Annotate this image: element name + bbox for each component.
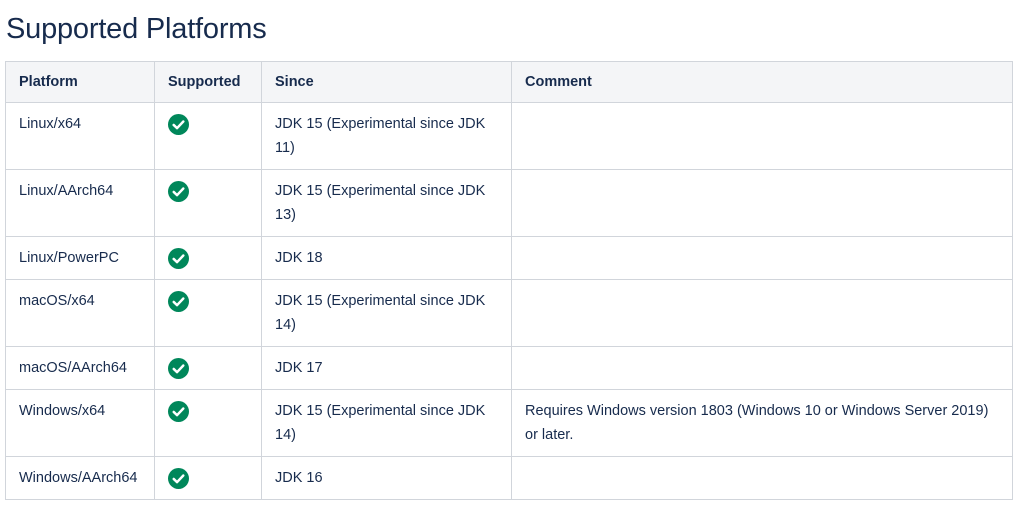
column-header-platform: Platform (5, 61, 155, 103)
since-cell: JDK 15 (Experimental since JDK 14) (261, 389, 512, 457)
supported-cell (154, 102, 262, 170)
supported-cell (154, 279, 262, 347)
since-cell: JDK 15 (Experimental since JDK 13) (261, 169, 512, 237)
platform-cell: Windows/AArch64 (5, 456, 155, 500)
check-circle-icon (168, 114, 189, 135)
supported-cell (154, 169, 262, 237)
check-circle-icon (168, 401, 189, 422)
comment-cell (511, 346, 1013, 390)
supported-cell (154, 389, 262, 457)
comment-cell (511, 456, 1013, 500)
check-circle-icon (168, 468, 189, 489)
supported-cell (154, 236, 262, 280)
since-cell: JDK 18 (261, 236, 512, 280)
column-header-supported: Supported (154, 61, 262, 103)
table-row: macOS/x64 JDK 15 (Experimental since JDK… (5, 279, 1013, 347)
comment-cell (511, 279, 1013, 347)
check-circle-icon (168, 291, 189, 312)
check-circle-icon (168, 248, 189, 269)
since-cell: JDK 15 (Experimental since JDK 11) (261, 102, 512, 170)
platform-cell: Linux/x64 (5, 102, 155, 170)
table-row: Windows/AArch64 JDK 16 (5, 456, 1013, 500)
table-row: Linux/AArch64 JDK 15 (Experimental since… (5, 169, 1013, 237)
table-row: Windows/x64 JDK 15 (Experimental since J… (5, 389, 1013, 457)
comment-cell (511, 102, 1013, 170)
supported-platforms-table: Platform Supported Since Comment Linux/x… (5, 61, 1013, 500)
since-cell: JDK 17 (261, 346, 512, 390)
platform-cell: Windows/x64 (5, 389, 155, 457)
platform-cell: macOS/AArch64 (5, 346, 155, 390)
table-row: Linux/x64 JDK 15 (Experimental since JDK… (5, 102, 1013, 170)
comment-cell (511, 169, 1013, 237)
platform-cell: macOS/x64 (5, 279, 155, 347)
comment-cell (511, 236, 1013, 280)
supported-cell (154, 346, 262, 390)
table-row: macOS/AArch64 JDK 17 (5, 346, 1013, 390)
since-cell: JDK 15 (Experimental since JDK 14) (261, 279, 512, 347)
platform-cell: Linux/PowerPC (5, 236, 155, 280)
platform-cell: Linux/AArch64 (5, 169, 155, 237)
table-row: Linux/PowerPC JDK 18 (5, 236, 1013, 280)
supported-cell (154, 456, 262, 500)
check-circle-icon (168, 358, 189, 379)
since-cell: JDK 16 (261, 456, 512, 500)
check-circle-icon (168, 181, 189, 202)
page-title: Supported Platforms (6, 13, 267, 45)
column-header-comment: Comment (511, 61, 1013, 103)
comment-cell: Requires Windows version 1803 (Windows 1… (511, 389, 1013, 457)
table-header-row: Platform Supported Since Comment (5, 61, 1013, 103)
column-header-since: Since (261, 61, 512, 103)
